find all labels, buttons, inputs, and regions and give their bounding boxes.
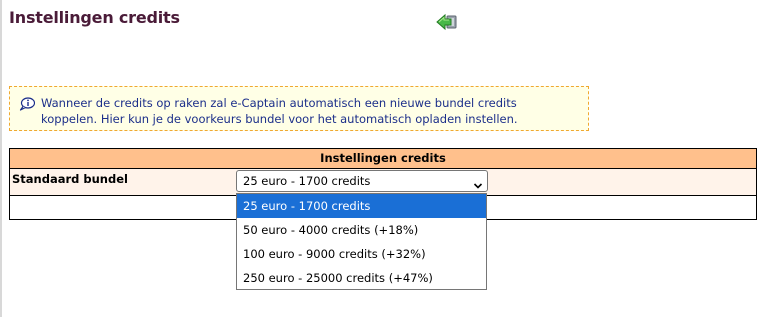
row-label-standaard-bundel: Standaard bundel <box>12 172 128 186</box>
left-border <box>0 0 2 317</box>
dropdown-option-250-euro[interactable]: 250 euro - 25000 credits (+47%) <box>237 266 486 290</box>
back-arrow-icon[interactable] <box>436 11 458 33</box>
standaard-bundel-select[interactable]: 25 euro - 1700 credits <box>236 170 488 192</box>
page-title: Instellingen credits <box>9 8 180 27</box>
info-text-line-1: Wanneer de credits op raken zal e-Captai… <box>41 96 517 110</box>
table-header: Instellingen credits <box>10 149 756 169</box>
dropdown-option-100-euro[interactable]: 100 euro - 9000 credits (+32%) <box>237 242 486 266</box>
select-current-value: 25 euro - 1700 credits <box>243 174 371 188</box>
dropdown-option-50-euro[interactable]: 50 euro - 4000 credits (+18%) <box>237 218 486 242</box>
dropdown-list: 25 euro - 1700 credits 50 euro - 4000 cr… <box>236 193 487 290</box>
info-box: Wanneer de credits op raken zal e-Captai… <box>9 86 589 131</box>
chevron-down-icon <box>473 176 483 189</box>
dropdown-option-25-euro[interactable]: 25 euro - 1700 credits <box>237 194 486 218</box>
info-text-line-2: koppelen. Hier kun je de voorkeurs bunde… <box>41 112 518 126</box>
info-text: Wanneer de credits op raken zal e-Captai… <box>41 95 581 127</box>
info-icon <box>19 96 36 111</box>
